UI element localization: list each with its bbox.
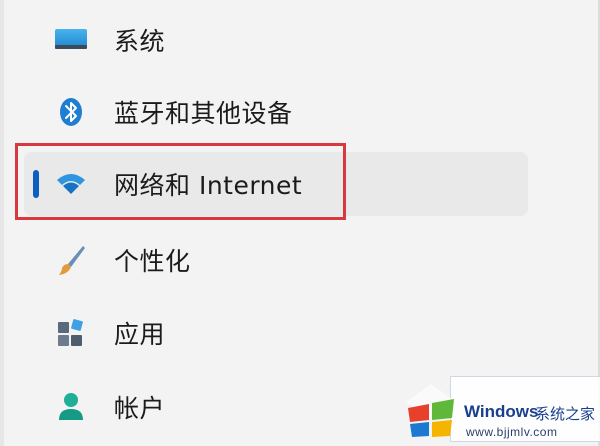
watermark-brand-cn: 系统之家	[535, 405, 596, 423]
nav-item-label: 蓝牙和其他设备	[114, 99, 293, 128]
brush-icon	[54, 243, 88, 277]
watermark: Windows 系统之家 www.bjjmlv.com	[398, 372, 600, 446]
wifi-icon	[54, 167, 88, 201]
nav-item-bluetooth-devices[interactable]: 蓝牙和其他设备	[24, 80, 528, 144]
watermark-url: www.bjjmlv.com	[466, 425, 558, 439]
monitor-icon	[54, 23, 88, 57]
watermark-brand: Windows	[464, 402, 539, 421]
selection-indicator	[33, 170, 39, 198]
nav-item-network-internet[interactable]: 网络和 Internet	[24, 152, 528, 216]
settings-sidebar-crop: 系统 蓝牙和其他设备 网络和 Internet 个性化 应用 帐户 Window…	[0, 0, 600, 446]
person-icon	[54, 390, 88, 424]
windows-logo-icon	[404, 382, 458, 438]
nav-item-label: 系统	[114, 27, 166, 56]
nav-item-personalization[interactable]: 个性化	[24, 228, 528, 292]
bluetooth-icon	[54, 95, 88, 129]
nav-item-label: 个性化	[114, 247, 191, 276]
apps-icon	[54, 316, 88, 350]
nav-item-system[interactable]: 系统	[24, 8, 528, 72]
nav-item-label: 应用	[114, 320, 166, 349]
nav-item-apps[interactable]: 应用	[24, 301, 528, 365]
nav-item-label: 网络和 Internet	[114, 171, 303, 200]
nav-item-label: 帐户	[114, 394, 166, 423]
window-left-edge	[0, 0, 4, 446]
